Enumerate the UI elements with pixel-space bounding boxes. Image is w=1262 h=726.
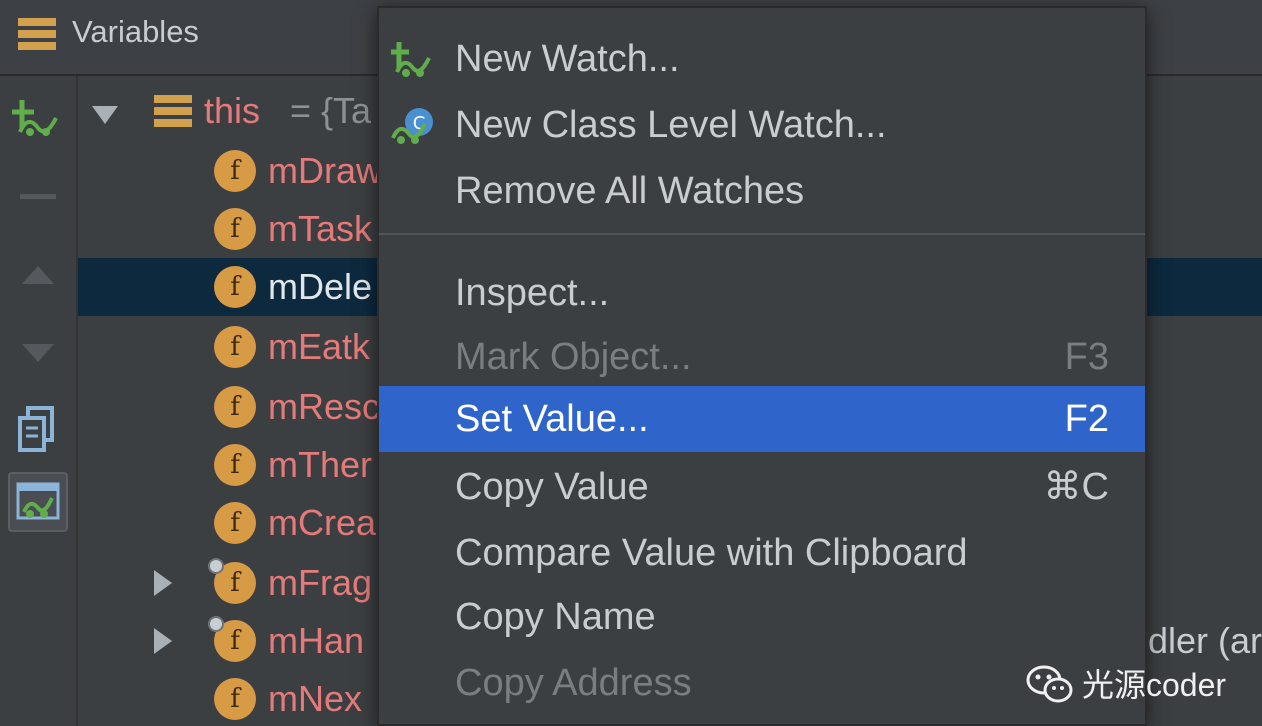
menu-item-shortcut: F2 <box>1064 398 1109 440</box>
expand-arrow-icon[interactable] <box>154 570 172 596</box>
show-watches-button[interactable] <box>8 472 68 532</box>
menu-item-shortcut: F3 <box>1064 336 1109 378</box>
move-up-icon <box>22 266 54 284</box>
menu-separator <box>379 233 1145 235</box>
field-name: mResc <box>268 386 381 427</box>
menu-item-label: Inspect... <box>455 272 610 314</box>
remove-watch-icon <box>20 194 56 199</box>
menu-item-new-class-level-watch[interactable]: C New Class Level Watch... <box>379 92 1145 158</box>
field-name: mDele <box>268 266 373 307</box>
class-level-watch-icon: C <box>391 108 433 144</box>
menu-item-shortcut: ⌘C <box>1043 466 1109 508</box>
field-icon: f <box>214 444 256 486</box>
menu-item-compare-value-with-clipboard[interactable]: Compare Value with Clipboard <box>379 520 1145 586</box>
field-icon: f <box>214 678 256 720</box>
menu-item-label: Set Value... <box>455 398 649 440</box>
field-name: mDraw <box>268 150 382 191</box>
stack-frames-icon <box>18 18 56 50</box>
menu-item-label: New Watch... <box>455 38 680 80</box>
field-icon: f <box>214 266 256 308</box>
move-down-button[interactable] <box>8 322 68 382</box>
menu-item-set-value[interactable]: Set Value... F2 <box>379 386 1145 452</box>
field-name: mTher <box>268 444 373 485</box>
pin-icon <box>208 616 224 632</box>
field-name: mTask <box>268 208 373 249</box>
wechat-icon <box>1026 665 1073 703</box>
field-icon: f <box>214 150 256 192</box>
new-watch-icon <box>12 100 58 136</box>
copy-button[interactable] <box>8 400 68 460</box>
menu-item-label: Compare Value with Clipboard <box>455 532 968 574</box>
field-name: mEatk <box>268 326 371 367</box>
menu-item-mark-object[interactable]: Mark Object... F3 <box>379 324 1145 390</box>
variable-name: this <box>204 90 261 131</box>
expand-arrow-icon[interactable] <box>154 628 172 654</box>
field-icon: f <box>214 502 256 544</box>
field-name: mFrag <box>268 562 373 603</box>
menu-item-label: Copy Address <box>455 662 692 704</box>
new-watch-icon <box>391 42 431 77</box>
field-name: mHan <box>268 620 365 661</box>
menu-item-label: Copy Name <box>455 596 656 638</box>
menu-item-remove-all-watches[interactable]: Remove All Watches <box>379 158 1145 224</box>
watermark-text: 光源coder <box>1082 667 1227 703</box>
menu-item-label: New Class Level Watch... <box>455 104 887 146</box>
collapse-arrow-icon[interactable] <box>92 106 118 124</box>
move-up-button[interactable] <box>8 244 68 304</box>
object-icon <box>154 95 192 127</box>
menu-item-copy-name[interactable]: Copy Name <box>379 584 1145 650</box>
menu-item-new-watch[interactable]: New Watch... <box>379 26 1145 92</box>
menu-item-label: Copy Value <box>455 466 649 508</box>
move-down-icon <box>22 344 54 362</box>
left-toolbar <box>0 76 78 726</box>
field-icon: f <box>214 326 256 368</box>
field-name: mNex <box>268 678 363 719</box>
debugger-panel: Variables this = {Ta f mDraw f mTask f m… <box>0 0 1262 726</box>
menu-item-label: Mark Object... <box>455 336 692 378</box>
field-icon: f <box>214 386 256 428</box>
new-watch-button[interactable] <box>8 88 68 148</box>
variable-value: = {Ta <box>290 90 372 131</box>
menu-item-label: Remove All Watches <box>455 170 805 212</box>
menu-item-inspect[interactable]: Inspect... <box>379 260 1145 326</box>
panel-title: Variables <box>72 14 199 49</box>
pin-icon <box>208 558 224 574</box>
copy-icon <box>18 406 54 452</box>
field-name: mCrea <box>268 502 377 543</box>
show-watches-icon <box>16 482 60 520</box>
field-icon: f <box>214 208 256 250</box>
menu-item-copy-value[interactable]: Copy Value ⌘C <box>379 454 1145 520</box>
remove-watch-button[interactable] <box>8 166 68 226</box>
context-menu: New Watch... C New Class Level Watch... … <box>377 6 1147 726</box>
